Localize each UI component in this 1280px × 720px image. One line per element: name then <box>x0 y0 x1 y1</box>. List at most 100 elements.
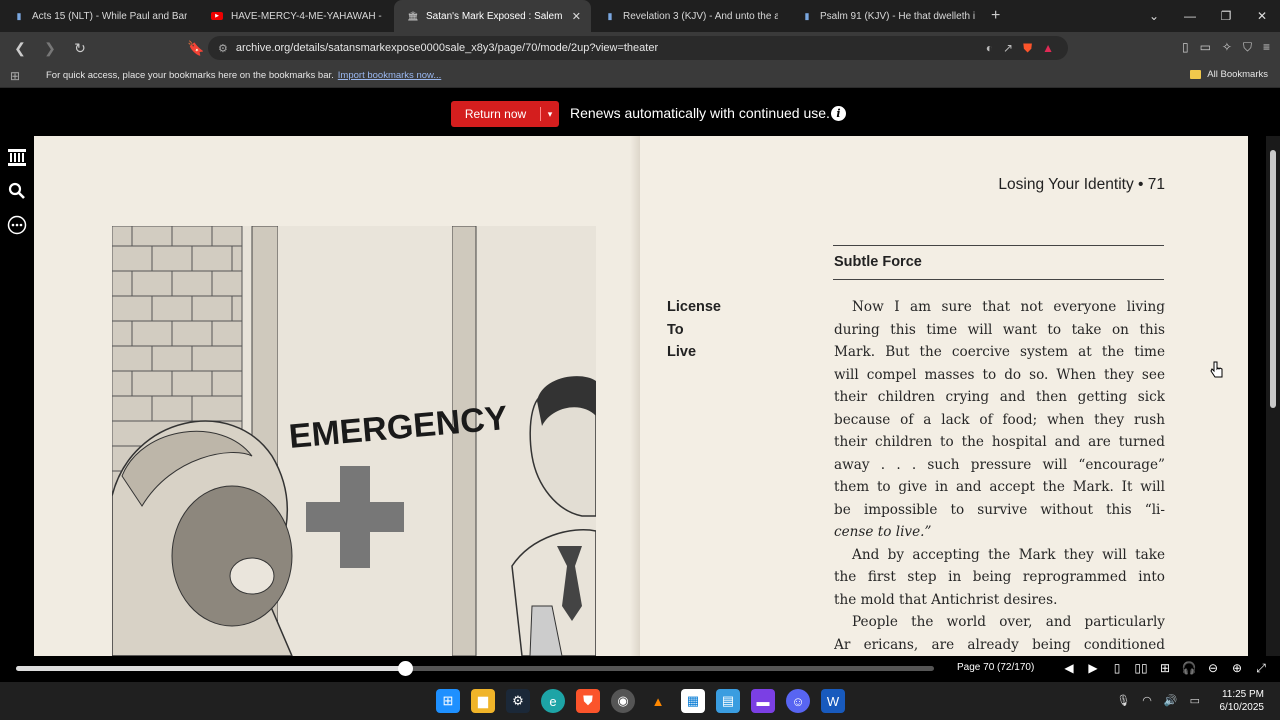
return-now-label: Return now <box>451 107 541 121</box>
tab-youtube[interactable]: ▶ HAVE-MERCY-4-ME-YAHAWAH - YouTube <box>197 0 394 32</box>
microphone-icon[interactable]: 🎙 <box>1116 694 1130 707</box>
scrollbar-thumb[interactable] <box>1270 150 1276 408</box>
folder-icon <box>1190 70 1202 79</box>
archive-side-nav <box>0 136 34 656</box>
back-icon[interactable]: ❮ <box>8 40 32 57</box>
one-page-view-icon[interactable]: ▯ <box>1108 659 1126 677</box>
archive-logo-icon[interactable] <box>6 146 28 168</box>
archive-icon: 🏛 <box>407 10 419 21</box>
address-bar[interactable]: ⚙ archive.org/details/satansmarkexpose00… <box>208 36 1068 60</box>
zoom-out-icon[interactable]: ⊖ <box>1204 659 1222 677</box>
system-clock[interactable]: 11:25 PM 6/10/2025 <box>1220 688 1265 714</box>
text-line: during this time will want to take on th… <box>834 321 1165 338</box>
address-bar-actions: ◐ ↗ ⛊ ▲ <box>986 41 1054 56</box>
running-head: Losing Your Identity • 71 <box>998 176 1165 193</box>
new-tab-icon[interactable]: + <box>991 7 1000 25</box>
share-icon[interactable]: ↗ <box>1003 41 1013 56</box>
bookmarks-hint: For quick access, place your bookmarks h… <box>46 70 334 81</box>
text-line: away . . . such pressure will “encourage… <box>834 456 1165 473</box>
all-bookmarks-button[interactable]: All Bookmarks <box>1190 69 1268 80</box>
minimize-icon[interactable]: — <box>1172 9 1208 23</box>
reader-navbar: Page 70 (72/170) ◀ ▶ ▯ ▯▯ ⊞ 🎧 ⊖ ⊕ ⤢ <box>0 656 1280 682</box>
two-page-view-icon[interactable]: ▯▯ <box>1132 659 1150 677</box>
sidebar-icon[interactable]: ▯ <box>1182 40 1189 55</box>
page-number: Page 70 (72/170) <box>957 662 1035 673</box>
vlc-icon[interactable]: ▲ <box>646 689 670 713</box>
text-line: People the world over, and particularly <box>852 614 1165 630</box>
tab-acts-15[interactable]: ▮ Acts 15 (NLT) - While Paul and Barnaba… <box>0 0 197 32</box>
tab-revelation-3[interactable]: ▮ Revelation 3 (KJV) - And unto the ange… <box>591 0 788 32</box>
clipchamp-icon[interactable]: ▬ <box>751 689 775 713</box>
youtube-icon: ▶ <box>211 12 223 20</box>
url-text: archive.org/details/satansmarkexpose0000… <box>235 42 659 54</box>
site-info-icon[interactable]: ⚙ <box>218 42 228 55</box>
edge-icon[interactable]: e <box>541 689 565 713</box>
leo-ai-icon[interactable]: ✧ <box>1222 40 1232 55</box>
prev-page-icon[interactable]: ◀ <box>1060 659 1078 677</box>
text-line: their children crying and then getting s… <box>834 389 1165 405</box>
forward-icon[interactable]: ❯ <box>38 40 62 57</box>
chevron-down-icon[interactable]: ▾ <box>541 109 559 120</box>
notepad-icon[interactable]: ▤ <box>716 689 740 713</box>
book-page-left[interactable]: EMERGENCY <box>34 136 640 656</box>
rule-top <box>833 245 1164 246</box>
steam-icon[interactable]: ⚙ <box>506 689 530 713</box>
text-line: their children to the hospital and are t… <box>834 434 1165 450</box>
wifi-icon[interactable]: ◠ <box>1142 694 1152 707</box>
ms-store-icon[interactable]: ▦ <box>681 689 705 713</box>
discord-icon[interactable]: ☺ <box>786 689 810 713</box>
wallet-icon[interactable]: ▭ <box>1200 40 1211 55</box>
tab-search-icon[interactable]: ⌄ <box>1136 9 1172 23</box>
search-icon[interactable] <box>6 180 28 202</box>
text-line: the mold that Antichrist desires. <box>834 591 1058 608</box>
chrome-icon[interactable]: ◉ <box>611 689 635 713</box>
close-window-icon[interactable]: ✕ <box>1244 9 1280 23</box>
book-page-right[interactable]: Losing Your Identity • 71 Subtle Force L… <box>640 136 1248 656</box>
book-viewer[interactable]: EMERGENCY Losing Your Identity • 71 Subt… <box>34 136 1266 656</box>
side-heading: License To Live <box>667 296 721 364</box>
restore-icon[interactable]: ❐ <box>1208 9 1244 23</box>
tab-title: Revelation 3 (KJV) - And unto the angel <box>623 10 778 22</box>
tab-title: Psalm 91 (KJV) - He that dwelleth in the <box>820 10 975 22</box>
menu-icon[interactable]: ≡ <box>1263 40 1270 55</box>
read-aloud-icon[interactable]: 🎧 <box>1180 659 1198 677</box>
reload-icon[interactable]: ↻ <box>68 40 92 57</box>
import-bookmarks-link[interactable]: Import bookmarks now... <box>338 70 441 81</box>
tab-title: Satan's Mark Exposed : Salem Kirban <box>426 10 566 22</box>
return-now-button[interactable]: Return now ▾ <box>451 101 559 127</box>
volume-icon[interactable]: 🔊 <box>1164 694 1178 707</box>
file-explorer-icon[interactable]: ▆ <box>471 689 495 713</box>
windows-start-icon[interactable]: ⊞ <box>436 689 460 713</box>
side-heading-line: Live <box>667 344 697 360</box>
word-icon[interactable]: W <box>821 689 845 713</box>
slider-knob[interactable] <box>397 661 413 676</box>
window-controls: ⌄ — ❐ ✕ <box>1136 0 1280 32</box>
rule-bottom <box>833 279 1164 280</box>
next-page-icon[interactable]: ▶ <box>1084 659 1102 677</box>
page-slider[interactable] <box>16 661 934 676</box>
text-line: be impossible to survive without this “l… <box>834 501 1165 518</box>
brave-rewards-icon[interactable]: ▲ <box>1042 41 1054 56</box>
browser-toolbar: ❮ ❯ ↻ 🔖 ⚙ archive.org/details/satansmark… <box>0 32 1280 64</box>
battery-icon[interactable]: ▭ <box>1190 694 1200 707</box>
bookmark-icon[interactable]: 🔖 <box>184 40 208 57</box>
vertical-scrollbar[interactable] <box>1266 136 1280 656</box>
apps-grid-icon[interactable]: ⊞ <box>10 69 24 83</box>
system-tray: 🎙 ◠ 🔊 ▭ <box>1116 694 1200 707</box>
text-line: because of a lack of food; when they rus… <box>834 411 1165 428</box>
close-tab-icon[interactable]: ✕ <box>572 10 581 23</box>
tab-psalm-91[interactable]: ▮ Psalm 91 (KJV) - He that dwelleth in t… <box>788 0 985 32</box>
tab-archive-active[interactable]: 🏛 Satan's Mark Exposed : Salem Kirban ✕ <box>394 0 591 32</box>
woman-figure <box>112 420 293 656</box>
side-heading-line: License <box>667 299 721 315</box>
brave-browser-icon[interactable]: ⛊ <box>576 689 600 713</box>
more-options-icon[interactable] <box>6 214 28 236</box>
thumbnail-view-icon[interactable]: ⊞ <box>1156 659 1174 677</box>
tab-strip: ▮ Acts 15 (NLT) - While Paul and Barnaba… <box>0 0 1280 32</box>
vpn-icon[interactable]: ⛉ <box>1243 40 1252 55</box>
fullscreen-icon[interactable]: ⤢ <box>1252 659 1270 677</box>
translate-icon[interactable]: ◐ <box>986 41 993 56</box>
info-icon[interactable]: i <box>831 106 846 121</box>
zoom-in-icon[interactable]: ⊕ <box>1228 659 1246 677</box>
brave-shields-icon[interactable]: ⛊ <box>1023 41 1032 56</box>
